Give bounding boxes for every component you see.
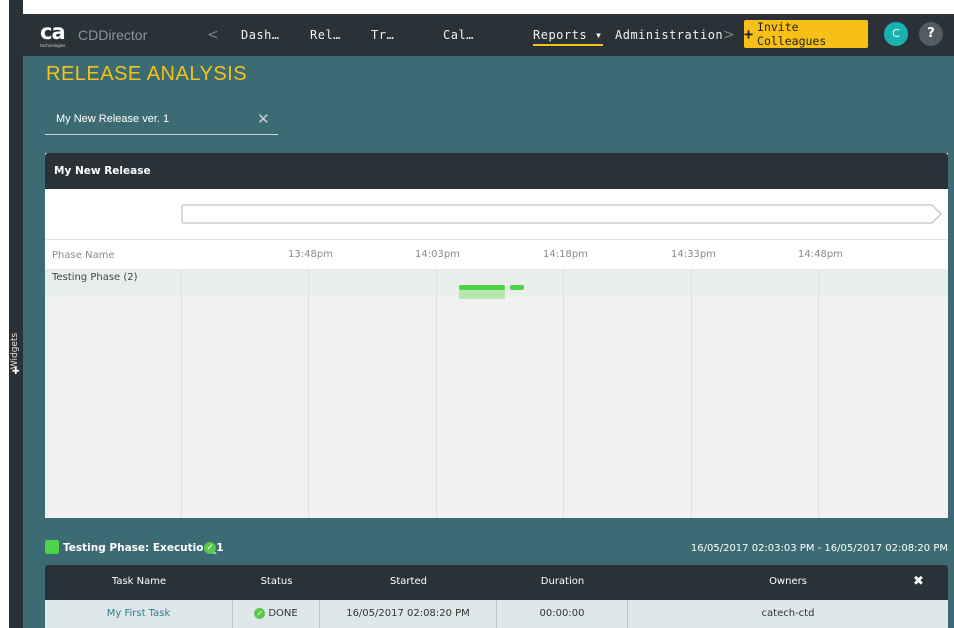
time-tick: 14:48pm [798,249,843,260]
logo-subtitle: technologies [40,43,66,48]
task-owners: catech-ctd [761,608,815,619]
app-name: CDDirector [78,27,148,43]
puzzle-icon: ✚ [12,367,20,377]
column-header-task-name[interactable]: Task Name [45,576,233,587]
nav-item-calendar[interactable]: Cal… [443,28,474,42]
task-bar[interactable] [510,285,524,290]
grid-line [181,269,182,518]
grid-line [691,269,692,518]
nav-reports-label: Reports [533,28,588,42]
grid-line [818,269,819,518]
release-filter-value: My New Release ver. 1 [56,113,170,125]
nav-scroll-left-icon[interactable]: < [207,27,219,43]
user-avatar[interactable]: C [884,22,908,46]
gantt-row-label: Testing Phase (2) [52,272,138,283]
logo-mark: ca [40,20,66,44]
phase-color-swatch [45,540,59,554]
release-progress-row [45,189,948,239]
nav-item-reports[interactable]: Reports ▾ [533,28,603,46]
window-left-border [0,0,9,628]
clear-filter-icon[interactable]: ✕ [257,110,270,128]
phase-detail-header: Testing Phase: Execution_1 ✓ 16/05/2017 … [45,539,954,563]
chevron-down-icon: ▾ [594,28,603,42]
nav-item-tr[interactable]: Tr… [371,28,394,42]
check-circle-icon: ✓ [254,607,266,619]
nav-item-dashboard[interactable]: Dash… [241,28,280,42]
time-tick: 14:03pm [415,249,460,260]
column-header-duration[interactable]: Duration [497,576,628,587]
panel-header: My New Release [45,153,948,189]
time-tick: 14:33pm [671,249,716,260]
phase-name-column-label: Phase Name [52,250,115,261]
release-timeline-panel: My New Release Phase Name 13:48pm 14:03p… [45,153,948,518]
page-title: RELEASE ANALYSIS [46,63,248,85]
task-started: 16/05/2017 02:08:20 PM [320,600,497,628]
invite-label: Invite Colleagues [757,20,827,48]
column-header-owners[interactable]: Owners [628,576,948,587]
release-name: My New Release [54,165,151,177]
phase-title: Testing Phase: Execution_1 [63,542,224,554]
task-duration: 00:00:00 [497,600,628,628]
check-circle-icon: ✓ [204,542,216,554]
timeline-axis: Phase Name 13:48pm 14:03pm 14:18pm 14:33… [45,239,948,270]
task-status-cell: ✓ DONE [233,600,320,628]
phase-time-range: 16/05/2017 02:03:03 PM - 16/05/2017 02:0… [690,543,948,554]
widgets-label: Widgets [10,332,20,370]
grid-line [308,269,309,518]
time-tick: 13:48pm [288,249,333,260]
window-top-border [9,0,954,14]
nav-item-releases[interactable]: Rel… [310,28,341,42]
task-name-link[interactable]: My First Task [45,600,233,628]
task-table-header: Task Name Status Started Duration Owners… [45,565,948,600]
close-icon[interactable]: ✖ [913,574,924,589]
plus-icon: + [744,25,754,43]
ca-logo[interactable]: ca technologies [40,20,76,49]
gantt-chart-area: Testing Phase (2) [45,269,948,518]
grid-line [436,269,437,518]
time-tick: 14:18pm [543,249,588,260]
table-row[interactable]: My First Task ✓ DONE 16/05/2017 02:08:20 … [45,600,948,628]
nav-item-administration[interactable]: Administration [615,28,723,42]
invite-colleagues-button[interactable]: + Invite Colleagues [744,20,868,48]
grid-line [563,269,564,518]
task-status: DONE [268,608,298,619]
task-table: Task Name Status Started Duration Owners… [45,565,948,628]
column-header-status[interactable]: Status [233,576,320,587]
release-filter-field[interactable]: My New Release ver. 1 ✕ [45,108,278,135]
column-header-started[interactable]: Started [320,576,497,587]
help-icon[interactable]: ? [919,22,943,46]
nav-scroll-right-icon[interactable]: > [723,27,735,43]
top-navbar: ca technologies CDDirector < Dash… Rel… … [23,14,954,56]
phase-progress-bar[interactable] [459,285,505,290]
widgets-sidebar-toggle[interactable]: Widgets ✚ [9,0,23,628]
release-progress-track [181,204,942,224]
